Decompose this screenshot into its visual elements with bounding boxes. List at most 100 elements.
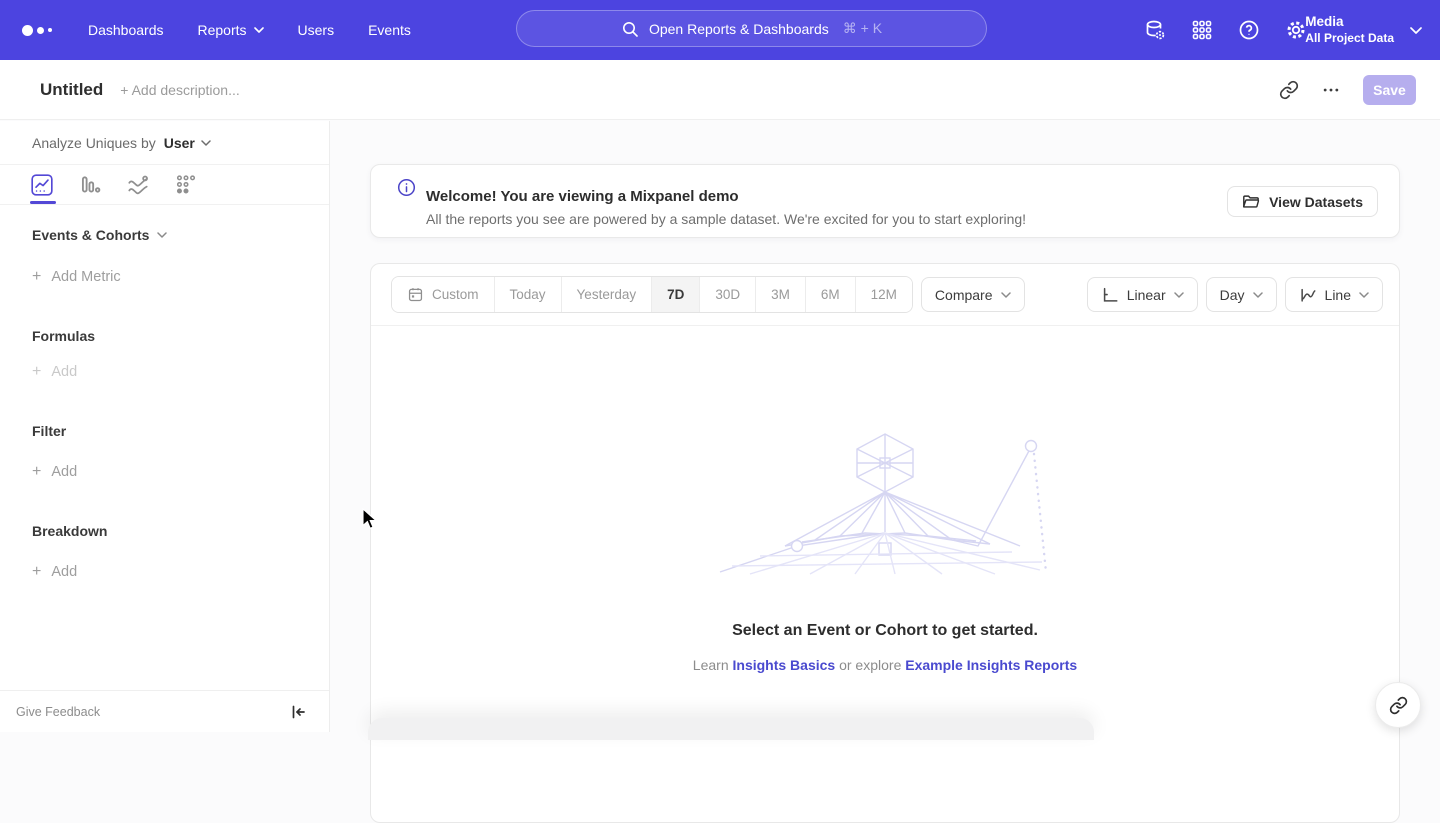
- nav-events[interactable]: Events: [368, 22, 411, 38]
- report-header-actions: Save: [1279, 75, 1416, 105]
- chevron-down-icon: [201, 140, 211, 146]
- add-breakdown-button[interactable]: + Add: [32, 563, 329, 581]
- project-info: Media All Project Data: [1305, 14, 1394, 46]
- view-datasets-button[interactable]: View Datasets: [1227, 186, 1378, 217]
- welcome-banner: Welcome! You are viewing a Mixpanel demo…: [370, 164, 1400, 238]
- nav-users[interactable]: Users: [298, 22, 335, 38]
- compare-label: Compare: [935, 287, 993, 303]
- add-formula-label: Add: [51, 364, 77, 380]
- selected-tab-underline: [30, 201, 56, 204]
- help-icon[interactable]: [1237, 18, 1261, 42]
- link-icon: [1389, 696, 1408, 715]
- interval-label: Day: [1220, 287, 1245, 303]
- range-7d[interactable]: 7D: [652, 277, 700, 312]
- data-management-icon[interactable]: [1143, 18, 1167, 42]
- search-input[interactable]: Open Reports & Dashboards ⌘ + K: [516, 10, 987, 47]
- project-switcher[interactable]: Media All Project Data: [1305, 0, 1422, 60]
- report-description-placeholder[interactable]: + Add description...: [120, 82, 239, 98]
- tab-stacked-chart[interactable]: [126, 171, 150, 195]
- chevron-down-icon: [254, 27, 264, 33]
- report-title[interactable]: Untitled: [40, 80, 103, 100]
- banner-title: Welcome! You are viewing a Mixpanel demo: [426, 188, 1026, 205]
- copy-link-icon[interactable]: [1279, 80, 1299, 100]
- date-range-control: Custom Today Yesterday 7D 30D 3M 6M 12M: [391, 276, 913, 313]
- range-today[interactable]: Today: [495, 277, 562, 312]
- empty-state: Select an Event or Cohort to get started…: [371, 326, 1399, 673]
- analyze-row: Analyze Uniques by User: [0, 121, 329, 165]
- tab-metric-grid[interactable]: [174, 171, 198, 195]
- breakdown-heading: Breakdown: [32, 523, 329, 539]
- plus-icon: +: [32, 268, 41, 286]
- search-placeholder: Open Reports & Dashboards: [649, 21, 829, 37]
- give-feedback-link[interactable]: Give Feedback: [16, 705, 100, 719]
- add-metric-button[interactable]: + Add Metric: [32, 268, 329, 286]
- range-label: 12M: [871, 287, 897, 302]
- top-nav-icons: [1143, 0, 1308, 60]
- learn-prefix: Learn: [693, 657, 729, 673]
- empty-state-title: Select an Event or Cohort to get started…: [732, 622, 1038, 640]
- middle-text: or explore: [839, 657, 901, 673]
- range-30d[interactable]: 30D: [700, 277, 756, 312]
- plus-icon: +: [32, 363, 41, 381]
- range-label: Today: [510, 287, 546, 302]
- sidebar-footer: Give Feedback: [0, 690, 329, 732]
- interval-selector-button[interactable]: Day: [1206, 277, 1277, 312]
- analyze-label: Analyze Uniques by: [32, 135, 156, 151]
- chart-type-tabs: [0, 165, 329, 205]
- range-custom[interactable]: Custom: [392, 277, 495, 312]
- range-yesterday[interactable]: Yesterday: [562, 277, 653, 312]
- breakdown-label: Breakdown: [32, 523, 107, 539]
- range-3m[interactable]: 3M: [756, 277, 806, 312]
- plus-icon: +: [32, 463, 41, 481]
- banner-texts: Welcome! You are viewing a Mixpanel demo…: [426, 176, 1026, 227]
- insights-basics-link[interactable]: Insights Basics: [733, 657, 836, 673]
- share-link-button[interactable]: [1375, 682, 1421, 728]
- query-sidebar: Analyze Uniques by User Events & Cohorts…: [0, 121, 330, 732]
- add-formula-button[interactable]: + Add: [32, 363, 329, 381]
- analyze-by-dropdown[interactable]: User: [164, 135, 211, 151]
- line-chart-icon: [1299, 286, 1317, 304]
- range-label: Yesterday: [577, 287, 637, 302]
- range-label: 6M: [821, 287, 840, 302]
- chevron-down-icon: [1253, 292, 1263, 298]
- compare-button[interactable]: Compare: [921, 277, 1025, 312]
- range-12m[interactable]: 12M: [856, 277, 912, 312]
- events-cohorts-heading[interactable]: Events & Cohorts: [32, 227, 329, 243]
- mixpanel-logo[interactable]: [22, 25, 62, 36]
- range-label: 3M: [771, 287, 790, 302]
- range-6m[interactable]: 6M: [806, 277, 856, 312]
- more-options-icon[interactable]: [1321, 80, 1341, 100]
- scale-selector-button[interactable]: Linear: [1087, 277, 1198, 312]
- search-shortcut: ⌘ + K: [843, 20, 882, 37]
- filter-heading: Filter: [32, 423, 329, 439]
- chart-type-selector-button[interactable]: Line: [1285, 277, 1383, 312]
- view-datasets-label: View Datasets: [1269, 194, 1363, 210]
- range-label: 7D: [667, 287, 684, 302]
- plus-icon: +: [32, 563, 41, 581]
- example-reports-link[interactable]: Example Insights Reports: [905, 657, 1077, 673]
- chevron-down-icon: [157, 232, 167, 238]
- add-filter-button[interactable]: + Add: [32, 463, 329, 481]
- nav-dashboards[interactable]: Dashboards: [88, 22, 164, 38]
- nav-dashboards-label: Dashboards: [88, 22, 164, 38]
- analyze-by-value: User: [164, 135, 195, 151]
- project-name: Media: [1305, 14, 1394, 31]
- range-label: Custom: [432, 287, 479, 302]
- banner-subtitle: All the reports you see are powered by a…: [426, 211, 1026, 227]
- top-nav: Dashboards Reports Users Events Open Rep…: [0, 0, 1440, 60]
- results-panel-edge: [368, 718, 1094, 740]
- collapse-sidebar-icon[interactable]: [289, 703, 307, 721]
- save-button[interactable]: Save: [1363, 75, 1416, 105]
- formulas-heading: Formulas: [32, 328, 329, 344]
- scale-label: Linear: [1127, 287, 1166, 303]
- tab-line-chart[interactable]: [30, 171, 54, 195]
- tab-bar-chart[interactable]: [78, 171, 102, 195]
- events-cohorts-label: Events & Cohorts: [32, 227, 149, 243]
- report-header: Untitled + Add description... Save: [0, 60, 1440, 120]
- nav-reports[interactable]: Reports: [198, 22, 264, 38]
- apps-grid-icon[interactable]: [1190, 18, 1214, 42]
- nav-users-label: Users: [298, 22, 335, 38]
- add-metric-label: Add Metric: [51, 269, 120, 285]
- add-breakdown-label: Add: [51, 564, 77, 580]
- formulas-label: Formulas: [32, 328, 95, 344]
